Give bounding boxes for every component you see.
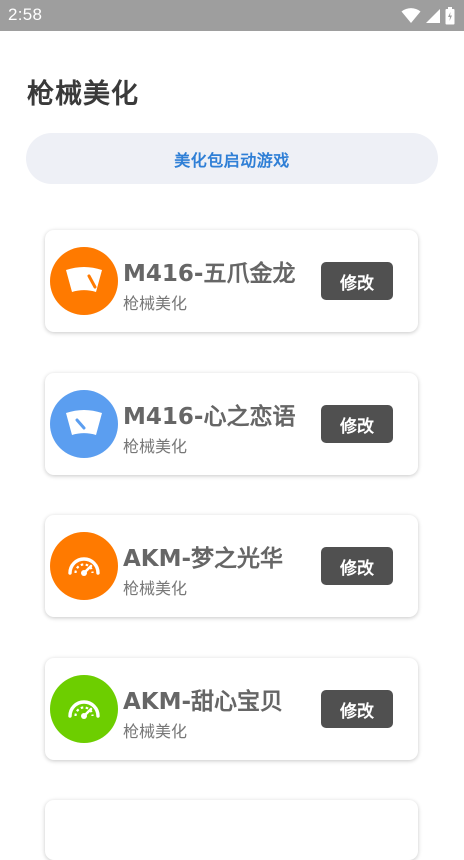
status-time: 2:58	[8, 5, 43, 24]
wifi-icon	[401, 8, 421, 24]
item-title: AKM-甜心宝贝	[123, 689, 284, 715]
edit-button[interactable]: 修改	[321, 405, 393, 443]
launch-game-button[interactable]: 美化包启动游戏	[26, 133, 438, 184]
status-bar: 2:58	[0, 0, 464, 31]
list-item: M416-五爪金龙 枪械美化 修改	[45, 230, 418, 332]
list-item: AKM-甜心宝贝 枪械美化 修改	[45, 658, 418, 760]
launch-game-label: 美化包启动游戏	[174, 150, 290, 170]
edit-button[interactable]: 修改	[321, 690, 393, 728]
item-subtitle: 枪械美化	[123, 579, 188, 598]
list-item	[45, 800, 418, 860]
edit-button-label: 修改	[340, 701, 374, 722]
list-item: AKM-梦之光华 枪械美化 修改	[45, 515, 418, 617]
item-title: M416-心之恋语	[123, 404, 296, 430]
item-subtitle: 枪械美化	[123, 294, 188, 313]
windshield-icon	[50, 247, 118, 315]
edit-button-label: 修改	[340, 558, 374, 579]
battery-icon	[445, 7, 455, 25]
edit-button-label: 修改	[340, 273, 374, 294]
item-title: M416-五爪金龙	[123, 261, 296, 287]
speedometer-icon	[50, 675, 118, 743]
signal-icon	[425, 8, 441, 24]
windshield-icon	[50, 390, 118, 458]
item-subtitle: 枪械美化	[123, 437, 188, 456]
page-title: 枪械美化	[27, 79, 139, 110]
status-icons	[401, 6, 455, 26]
edit-button[interactable]: 修改	[321, 547, 393, 585]
edit-button[interactable]: 修改	[321, 262, 393, 300]
item-title: AKM-梦之光华	[123, 546, 284, 572]
list-item: M416-心之恋语 枪械美化 修改	[45, 373, 418, 475]
item-subtitle: 枪械美化	[123, 722, 188, 741]
speedometer-icon	[50, 532, 118, 600]
edit-button-label: 修改	[340, 416, 374, 437]
